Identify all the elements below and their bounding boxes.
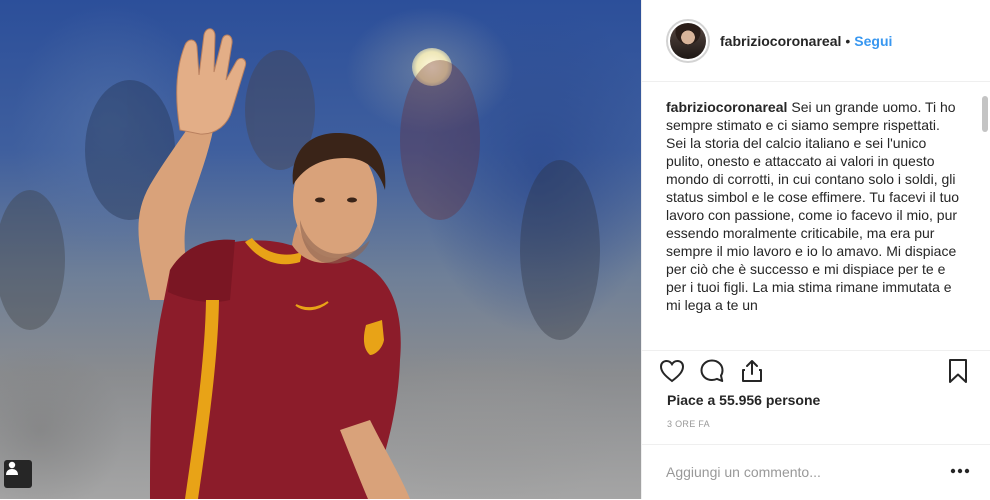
header-username[interactable]: fabriziocoronareal bbox=[720, 33, 841, 49]
avatar[interactable] bbox=[666, 18, 710, 63]
post-timestamp[interactable]: 3 ORE FA bbox=[667, 419, 710, 429]
comment-bar bbox=[642, 444, 990, 500]
share-icon[interactable] bbox=[738, 357, 766, 385]
follow-button[interactable]: Segui bbox=[854, 33, 892, 49]
caption-username[interactable]: fabriziocoronareal bbox=[666, 99, 787, 115]
comment-input[interactable] bbox=[666, 462, 916, 482]
comment-bubble-icon[interactable] bbox=[698, 357, 726, 385]
heart-icon[interactable] bbox=[658, 357, 686, 385]
player-illustration bbox=[0, 28, 600, 499]
likes-count[interactable]: Piace a 55.956 persone bbox=[667, 392, 820, 408]
caption: fabriziocoronareal Sei un grande uomo. Ti… bbox=[666, 98, 962, 314]
action-bar bbox=[642, 350, 990, 391]
post-header: fabriziocoronareal • Segui bbox=[642, 0, 990, 82]
avatar-image bbox=[670, 22, 706, 59]
ellipsis-icon[interactable] bbox=[948, 459, 972, 483]
caption-scroll-area[interactable]: fabriziocoronareal Sei un grande uomo. Ti… bbox=[642, 82, 990, 350]
header-separator: • bbox=[845, 32, 851, 49]
post-side-panel: fabriziocoronareal • Segui fabriziocoron… bbox=[642, 0, 990, 499]
caption-scrollbar[interactable] bbox=[982, 96, 988, 132]
caption-text: Sei un grande uomo. Ti ho sempre stimato… bbox=[666, 99, 960, 313]
user-tag-icon[interactable] bbox=[4, 460, 32, 488]
bookmark-icon[interactable] bbox=[944, 357, 972, 385]
instagram-post-modal: fabriziocoronareal • Segui fabriziocoron… bbox=[0, 0, 990, 499]
post-photo[interactable] bbox=[0, 0, 641, 499]
